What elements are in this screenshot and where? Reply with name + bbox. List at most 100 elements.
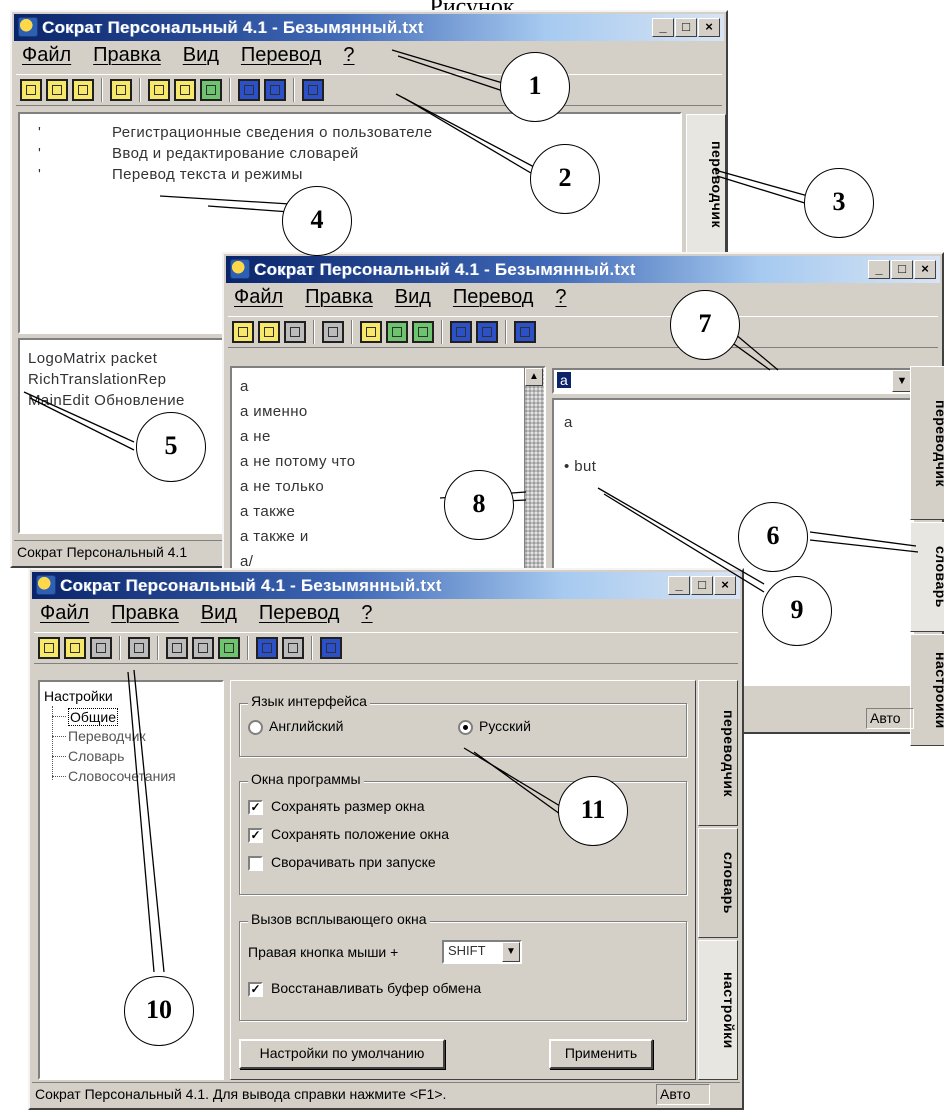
status-auto: Авто [866,708,914,729]
direction-ru-en-icon[interactable] [476,321,498,343]
menu-help[interactable]: ? [361,602,372,625]
callout-6: 6 [738,502,808,572]
maximize-button[interactable]: □ [891,260,913,279]
menu-help[interactable]: ? [343,44,354,67]
copy-icon[interactable] [166,637,188,659]
callout-3: 3 [804,168,874,238]
tab-dictionary[interactable]: словарь [910,522,944,632]
help-icon[interactable] [302,79,324,101]
direction-en-ru-icon[interactable] [256,637,278,659]
chevron-down-icon[interactable]: ▼ [892,370,912,392]
defaults-button[interactable]: Настройки по умолчанию [239,1039,445,1069]
print-icon[interactable] [128,637,150,659]
source-line: ' Регистрационные сведения о пользователе [38,124,433,141]
maximize-button[interactable]: □ [675,18,697,37]
menu-file[interactable]: Файл [22,44,71,67]
apply-button[interactable]: Применить [549,1039,653,1069]
menu-translate[interactable]: Перевод [241,44,322,67]
menu-translate[interactable]: Перевод [453,286,534,309]
checkbox-minimize-on-start[interactable]: Сворачивать при запуске [248,854,436,871]
status-auto: Авто [656,1084,710,1105]
help-icon[interactable] [320,637,342,659]
translate-icon[interactable] [412,321,434,343]
menu-view[interactable]: Вид [395,286,431,309]
direction-ru-en-icon[interactable] [282,637,304,659]
minimize-button[interactable]: _ [652,18,674,37]
translate-icon[interactable] [200,79,222,101]
save-file-icon[interactable] [72,79,94,101]
search-combo[interactable]: a ▼ [552,368,914,394]
menu-edit[interactable]: Правка [111,602,179,625]
direction-en-ru-icon[interactable] [238,79,260,101]
list-item[interactable]: a [240,374,544,399]
paste-icon[interactable] [192,637,214,659]
menu-translate[interactable]: Перевод [259,602,340,625]
scroll-up-icon[interactable]: ▲ [525,368,543,386]
callout-5: 5 [136,412,206,482]
callout-2: 2 [530,144,600,214]
paste-icon[interactable] [386,321,408,343]
tab-dictionary[interactable]: словарь [698,828,738,938]
close-button[interactable]: × [914,260,936,279]
open-file-icon[interactable] [64,637,86,659]
window-title: Сократ Персональный 4.1 - Безымянный.txt [254,260,636,279]
new-file-icon[interactable] [232,321,254,343]
tree-item[interactable]: Словосочетания [68,768,176,784]
save-file-icon[interactable] [284,321,306,343]
help-icon[interactable] [514,321,536,343]
close-button[interactable]: × [714,576,736,595]
checkbox-save-size[interactable]: ✓ Сохранять размер окна [248,798,425,815]
translate-icon[interactable] [218,637,240,659]
tab-translator[interactable]: переводчик [686,114,726,254]
print-icon[interactable] [322,321,344,343]
menu-view[interactable]: Вид [201,602,237,625]
title-bar[interactable]: Сократ Персональный 4.1 - Безымянный.txt… [32,572,740,599]
print-icon[interactable] [110,79,132,101]
toolbar [228,316,938,348]
tree-item[interactable]: Общие [68,708,119,726]
list-item[interactable]: a именно [240,399,544,424]
direction-en-ru-icon[interactable] [450,321,472,343]
radio-english[interactable]: Английский [248,718,343,735]
checkbox-restore-buffer[interactable]: ✓ Восстанавливать буфер обмена [248,980,481,997]
save-file-icon[interactable] [90,637,112,659]
checkbox-save-position[interactable]: ✓ Сохранять положение окна [248,826,449,843]
tree-item[interactable]: Переводчик [68,728,146,744]
menu-view[interactable]: Вид [183,44,219,67]
copy-icon[interactable] [360,321,382,343]
minimize-button[interactable]: _ [868,260,890,279]
chevron-down-icon[interactable]: ▼ [502,942,520,962]
new-file-icon[interactable] [38,637,60,659]
popup-key-select[interactable]: SHIFT ▼ [442,940,522,964]
list-item[interactable]: a не потому что [240,449,544,474]
menu-bar: Файл Правка Вид Перевод? [34,602,738,628]
copy-icon[interactable] [148,79,170,101]
status-bar: Сократ Персональный 4.1. Для вывода спра… [32,1082,740,1106]
tab-settings[interactable]: настройки [910,634,944,746]
direction-ru-en-icon[interactable] [264,79,286,101]
close-button[interactable]: × [698,18,720,37]
menu-file[interactable]: Файл [40,602,89,625]
tree-root[interactable]: Настройки [44,688,113,704]
search-value: a [557,372,571,388]
paste-icon[interactable] [174,79,196,101]
maximize-button[interactable]: □ [691,576,713,595]
list-item[interactable]: a не [240,424,544,449]
open-file-icon[interactable] [258,321,280,343]
new-file-icon[interactable] [20,79,42,101]
menu-edit[interactable]: Правка [305,286,373,309]
tab-translator[interactable]: переводчик [698,680,738,826]
menu-help[interactable]: ? [555,286,566,309]
menu-edit[interactable]: Правка [93,44,161,67]
settings-page: Язык интерфейса Английский Русский Окна … [230,680,696,1080]
tab-translator[interactable]: переводчик [910,366,944,520]
open-file-icon[interactable] [46,79,68,101]
tab-settings[interactable]: настройки [698,940,738,1080]
minimize-button[interactable]: _ [668,576,690,595]
menu-file[interactable]: Файл [234,286,283,309]
title-bar[interactable]: Сократ Персональный 4.1 - Безымянный.txt… [226,256,940,283]
title-bar[interactable]: Сократ Персональный 4.1 - Безымянный.txt… [14,14,724,41]
callout-4: 4 [282,186,352,256]
radio-russian[interactable]: Русский [458,718,531,735]
tree-item[interactable]: Словарь [68,748,124,764]
